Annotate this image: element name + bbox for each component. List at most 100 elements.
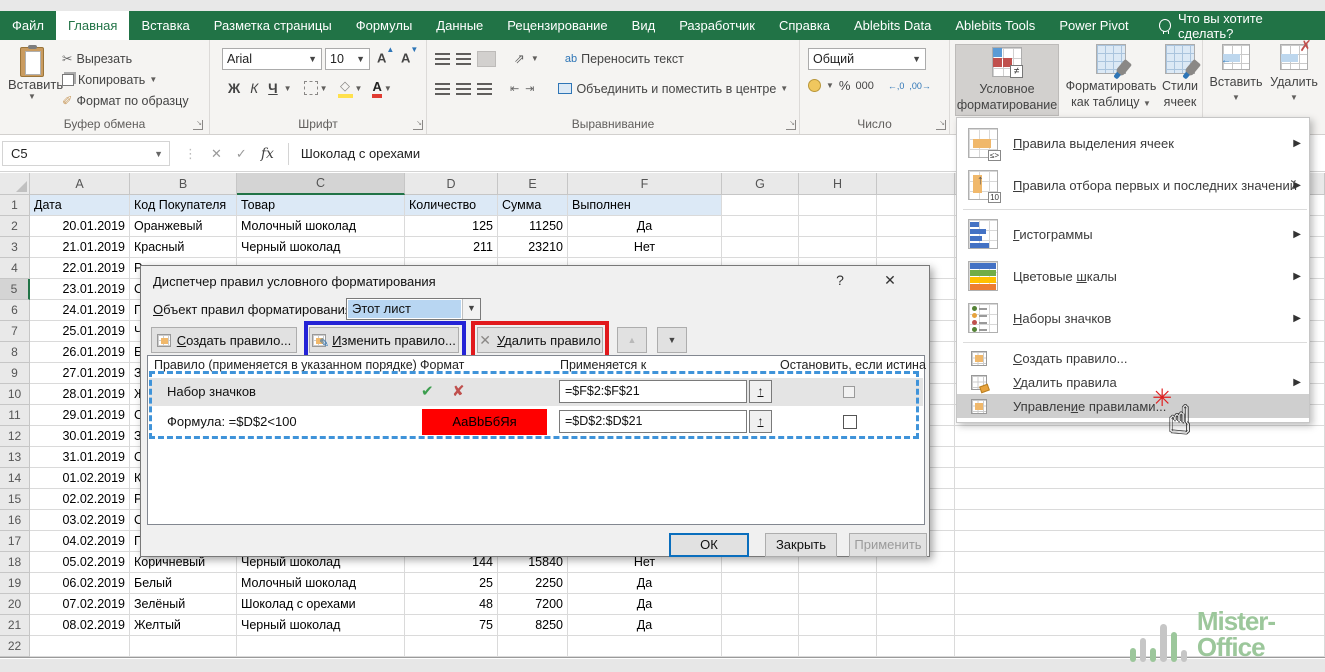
edit-rule-button[interactable]: ✎ Изменить правило...	[309, 327, 459, 353]
cell-A18[interactable]: 05.02.2019	[30, 552, 130, 573]
cell-G1[interactable]	[722, 195, 799, 216]
cell-A22[interactable]	[30, 636, 130, 657]
comma-style-button[interactable]: 000	[855, 80, 873, 92]
cell-A15[interactable]: 02.02.2019	[30, 489, 130, 510]
cell-F19[interactable]: Да	[568, 573, 722, 594]
accounting-format-icon[interactable]	[808, 79, 821, 92]
close-button[interactable]: Закрыть	[765, 533, 837, 557]
scope-combo-caret[interactable]: ▼	[462, 299, 480, 319]
row-header-10[interactable]: 10	[0, 384, 30, 405]
menu-item-top-bottom-rules[interactable]: ↑10 Правила отбора первых и последних зн…	[957, 164, 1309, 206]
cell-F1[interactable]: Выполнен	[568, 195, 722, 216]
orientation-icon[interactable]: ⇗	[514, 51, 525, 67]
cell-F3[interactable]: Нет	[568, 237, 722, 258]
borders-icon[interactable]	[304, 81, 318, 95]
menu-item-data-bars[interactable]: Гистограммы ▶	[957, 213, 1309, 255]
move-up-button[interactable]: ▲	[617, 327, 647, 353]
cell-E19[interactable]: 2250	[498, 573, 568, 594]
row-header-16[interactable]: 16	[0, 510, 30, 531]
menu-item-manage-rules[interactable]: Управление правилами...	[957, 394, 1309, 418]
cell-I3[interactable]	[877, 237, 955, 258]
cell-E22[interactable]	[498, 636, 568, 657]
cell-D19[interactable]: 25	[405, 573, 498, 594]
cell-A14[interactable]: 01.02.2019	[30, 468, 130, 489]
select-all-corner[interactable]	[0, 173, 30, 195]
cell-A3[interactable]: 21.01.2019	[30, 237, 130, 258]
paste-button[interactable]: Вставить ▼	[8, 45, 56, 121]
ribbon-tab-справка[interactable]: Справка	[767, 11, 842, 40]
cell-B2[interactable]: Оранжевый	[130, 216, 237, 237]
cell-G3[interactable]	[722, 237, 799, 258]
number-dialog-launcher[interactable]: ↘	[936, 120, 946, 130]
cell-I20[interactable]	[877, 594, 955, 615]
underline-button[interactable]: Ч	[264, 80, 282, 97]
cell-A4[interactable]: 22.01.2019	[30, 258, 130, 279]
move-down-button[interactable]: ▼	[657, 327, 687, 353]
format-painter-button[interactable]: ✐Формат по образцу	[62, 90, 189, 111]
row-header-1[interactable]: 1	[0, 195, 30, 216]
cell-I2[interactable]	[877, 216, 955, 237]
borders-caret[interactable]: ▼	[320, 84, 328, 93]
row-header-8[interactable]: 8	[0, 342, 30, 363]
row-header-21[interactable]: 21	[0, 615, 30, 636]
cell-I22[interactable]	[877, 636, 955, 657]
row-header-6[interactable]: 6	[0, 300, 30, 321]
column-header-blank[interactable]	[877, 173, 955, 195]
row-header-14[interactable]: 14	[0, 468, 30, 489]
increase-indent-icon[interactable]: ⇥	[525, 82, 534, 95]
cell-I1[interactable]	[877, 195, 955, 216]
orientation-caret[interactable]: ▼	[531, 54, 539, 63]
new-rule-button[interactable]: Создать правило...	[151, 327, 297, 353]
cell-C19[interactable]: Молочный шоколад	[237, 573, 405, 594]
ribbon-tab-разметка-страницы[interactable]: Разметка страницы	[202, 11, 344, 40]
cell-B20[interactable]: Зелёный	[130, 594, 237, 615]
column-header-D[interactable]: D	[405, 173, 498, 195]
menu-item-clear-rules[interactable]: Удалить правила ▶	[957, 370, 1309, 394]
shrink-font-button[interactable]: А▼	[398, 50, 421, 65]
cell-H1[interactable]	[799, 195, 877, 216]
applies-to-input[interactable]: =$F$2:$F$21	[559, 380, 747, 403]
column-header-E[interactable]: E	[498, 173, 568, 195]
cell-H21[interactable]	[799, 615, 877, 636]
rule-row-icon-set[interactable]: Набор значков ✔ ✘ =$F$2:$F$21 ↑	[149, 378, 923, 406]
italic-button[interactable]: К	[246, 80, 262, 97]
row-header-20[interactable]: 20	[0, 594, 30, 615]
format-as-table-button[interactable]: Форматировать как таблицу ▼	[1065, 44, 1157, 112]
align-left-icon[interactable]	[435, 83, 450, 95]
cell-A19[interactable]: 06.02.2019	[30, 573, 130, 594]
accounting-caret[interactable]: ▼	[826, 81, 834, 90]
cell-styles-button[interactable]: Стили ячеек ▼	[1158, 44, 1202, 128]
decrease-decimal-button[interactable]: ,00→	[909, 81, 931, 91]
tell-me-box[interactable]: Что вы хотите сделать?	[1147, 11, 1325, 40]
cell-A10[interactable]: 28.01.2019	[30, 384, 130, 405]
align-center-icon[interactable]	[456, 83, 471, 95]
row-header-19[interactable]: 19	[0, 573, 30, 594]
conditional-formatting-button[interactable]: ≠ Условное форматирование ▼	[955, 44, 1059, 116]
cell-A20[interactable]: 07.02.2019	[30, 594, 130, 615]
fill-color-icon[interactable]: ◇	[338, 78, 353, 98]
cell-A7[interactable]: 25.01.2019	[30, 321, 130, 342]
row-header-22[interactable]: 22	[0, 636, 30, 657]
bold-button[interactable]: Ж	[224, 80, 244, 97]
cell-B19[interactable]: Белый	[130, 573, 237, 594]
collapse-dialog-button[interactable]: ↑	[749, 380, 772, 403]
paste-dropdown-caret[interactable]: ▼	[8, 92, 56, 101]
cell-G20[interactable]	[722, 594, 799, 615]
cell-A5[interactable]: 23.01.2019	[30, 279, 130, 300]
cut-button[interactable]: ✂Вырезать	[62, 48, 189, 69]
cell-B21[interactable]: Желтый	[130, 615, 237, 636]
cell-H3[interactable]	[799, 237, 877, 258]
cell-A16[interactable]: 03.02.2019	[30, 510, 130, 531]
cell-E21[interactable]: 8250	[498, 615, 568, 636]
formula-content[interactable]: Шоколад с орехами	[289, 146, 420, 161]
cancel-button[interactable]: ✕	[211, 146, 222, 162]
stop-if-true-checkbox[interactable]	[843, 386, 855, 398]
row-header-2[interactable]: 2	[0, 216, 30, 237]
cell-F20[interactable]: Да	[568, 594, 722, 615]
ribbon-tab-вид[interactable]: Вид	[620, 11, 668, 40]
cell-E1[interactable]: Сумма	[498, 195, 568, 216]
clipboard-dialog-launcher[interactable]: ↘	[193, 120, 203, 130]
scope-combo[interactable]: Этот лист ▼	[346, 298, 481, 320]
cell-B1[interactable]: Код Покупателя	[130, 195, 237, 216]
cell-C3[interactable]: Черный шоколад	[237, 237, 405, 258]
